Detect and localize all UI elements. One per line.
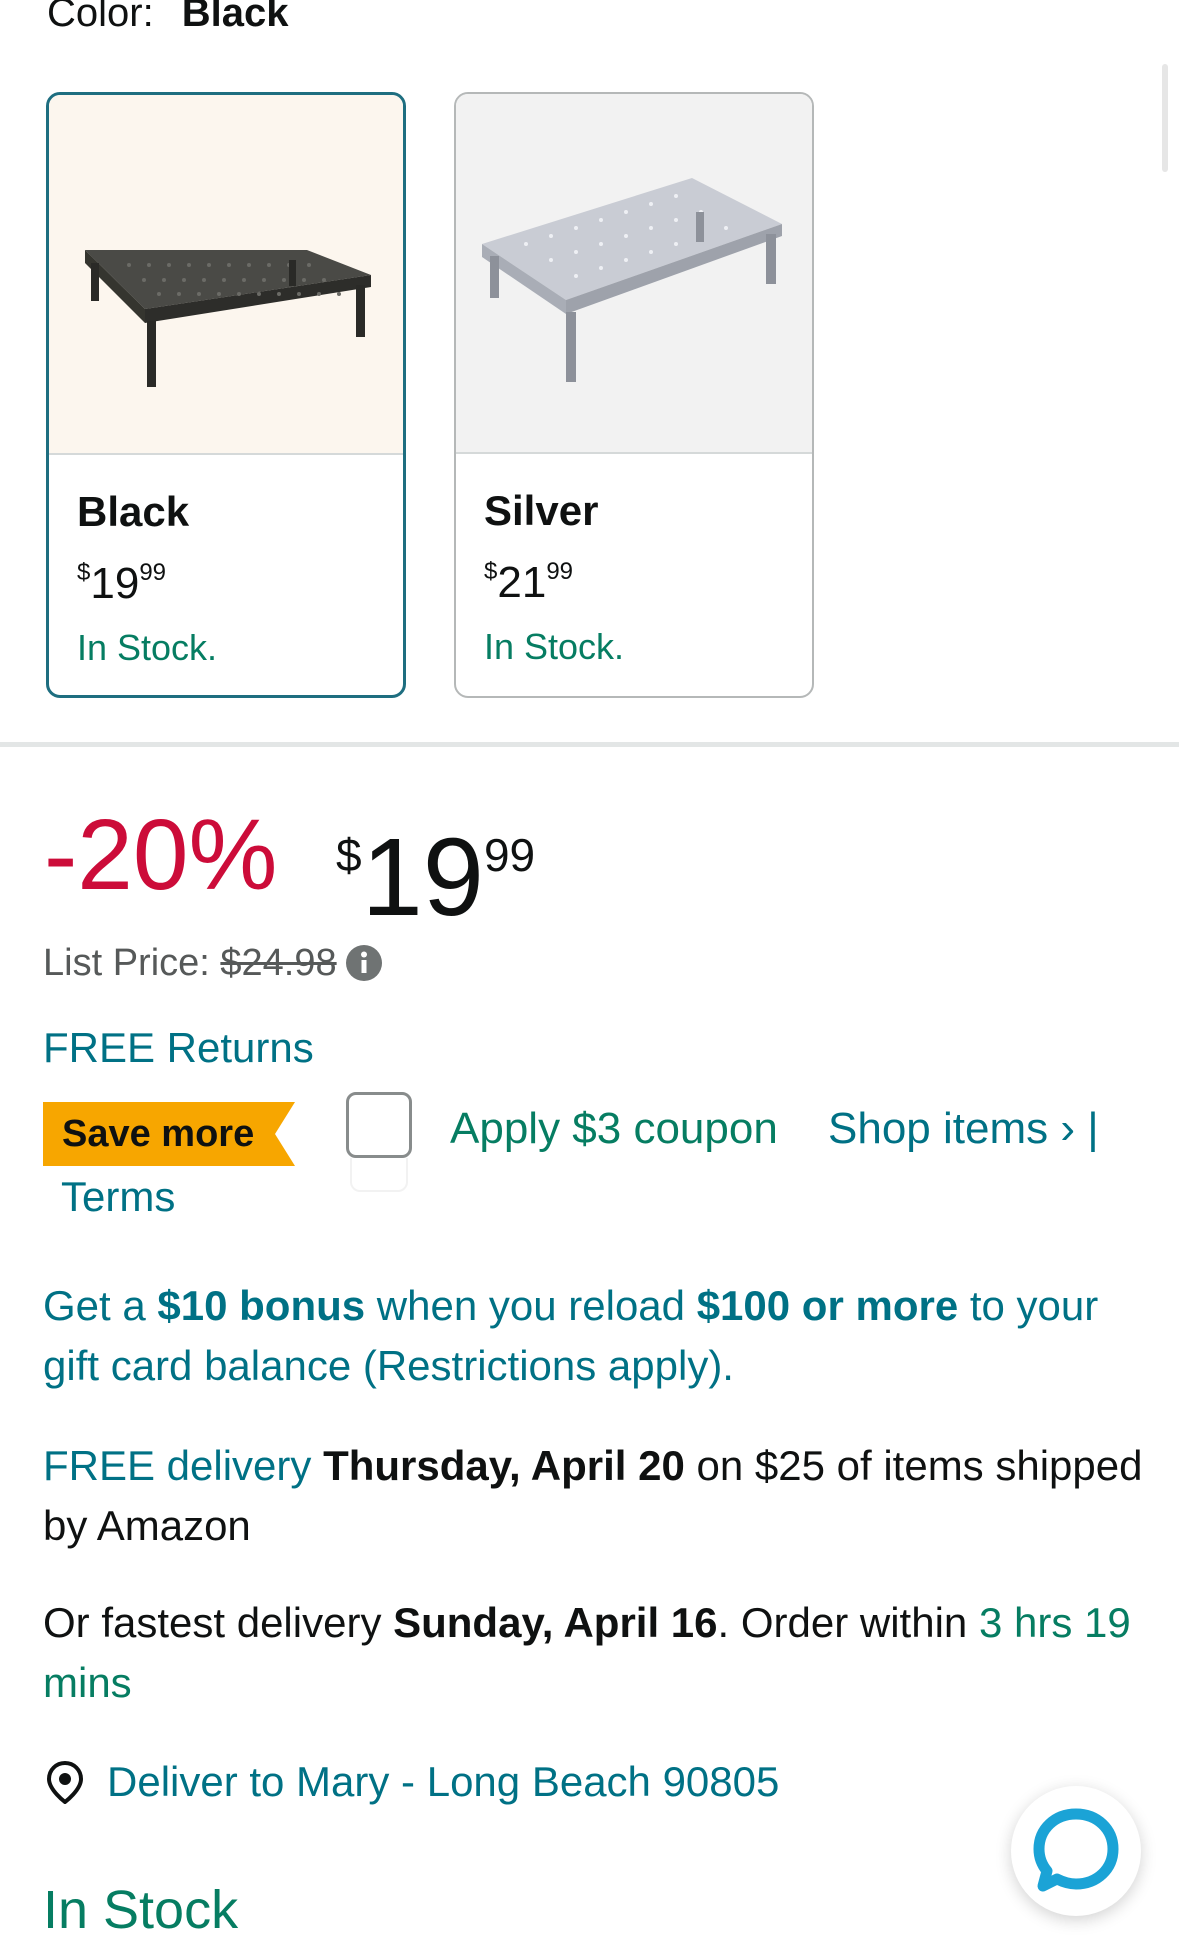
swatch-price: $1999 — [77, 559, 167, 608]
swatch-name: Silver — [484, 487, 599, 534]
swatch-price: $2199 — [484, 558, 574, 607]
coupon-checkbox[interactable] — [346, 1092, 412, 1158]
location-pin-icon — [46, 1760, 84, 1804]
list-price: List Price: $24.98 — [43, 940, 383, 986]
save-more-badge: Save more — [62, 1113, 255, 1155]
fastest-delivery-date: Sunday, April 16 — [393, 1599, 718, 1646]
product-image-black — [49, 95, 403, 455]
deliver-to-link[interactable]: Deliver to Mary - Long Beach 90805 — [43, 1752, 779, 1812]
link-separator: | — [1087, 1104, 1099, 1153]
selected-color-value: Black — [181, 0, 289, 35]
free-delivery-link[interactable]: FREE delivery — [43, 1442, 311, 1489]
free-returns-link[interactable]: FREE Returns — [43, 1023, 314, 1073]
chat-assistant-button[interactable] — [1011, 1786, 1141, 1916]
product-image-silver — [456, 94, 812, 454]
apply-coupon-label[interactable]: Apply $3 coupon — [450, 1102, 778, 1156]
free-delivery-date: Thursday, April 20 — [323, 1442, 685, 1489]
shop-items-link[interactable]: Shop items › | — [828, 1102, 1099, 1156]
chat-bubble-icon — [1033, 1808, 1119, 1892]
scrollbar[interactable] — [1162, 64, 1168, 172]
swatch-stock-status: In Stock. — [484, 626, 625, 667]
checkbox-shadow — [350, 1158, 408, 1192]
monitor-stand-silver-image — [482, 178, 782, 382]
swatch-stock-status: In Stock. — [77, 627, 218, 668]
color-selector-header: Color: Black — [47, 0, 288, 38]
color-label: Color: — [47, 0, 154, 35]
close-icon[interactable] — [1070, 0, 1118, 18]
terms-link[interactable]: Terms — [61, 1170, 175, 1224]
fastest-delivery-info: Or fastest delivery Sunday, April 16. Or… — [43, 1599, 1131, 1706]
color-swatch-black[interactable]: Black $1999 In Stock. — [46, 92, 406, 698]
gift-card-promo-link[interactable]: Get a $10 bonus when you reload $100 or … — [43, 1276, 1143, 1396]
info-icon[interactable] — [345, 944, 383, 982]
monitor-stand-black-image — [85, 250, 371, 387]
free-delivery-info: FREE delivery Thursday, April 20 on $25 … — [43, 1442, 1143, 1549]
section-divider — [0, 742, 1179, 747]
list-price-value: $24.98 — [220, 942, 337, 984]
deliver-to-address: Deliver to Mary - Long Beach 90805 — [107, 1758, 780, 1805]
list-price-label: List Price: — [43, 942, 210, 984]
availability-status: In Stock — [43, 1880, 239, 1940]
swatch-name: Black — [77, 488, 190, 535]
discount-percentage: -20% — [44, 799, 278, 911]
color-swatch-silver[interactable]: Silver $2199 In Stock. — [454, 92, 814, 698]
